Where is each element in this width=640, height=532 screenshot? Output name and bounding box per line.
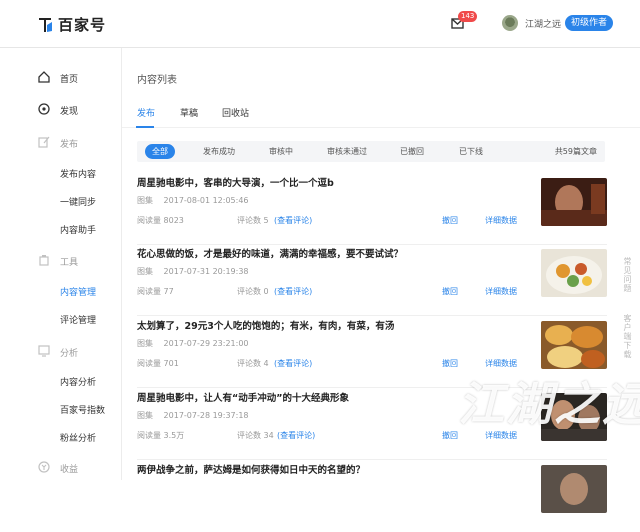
page-title: 内容列表 (137, 75, 177, 86)
article-type: 图集 (137, 411, 153, 420)
baijiahao-logo-icon (39, 17, 52, 32)
level-badge: 初级作者 (565, 15, 614, 31)
comment-count: 评论数 34 (237, 431, 274, 440)
article-thumbnail[interactable] (541, 178, 607, 226)
withdraw-button[interactable]: 撤回 (442, 286, 458, 297)
watermark: 江湖之远 (458, 377, 640, 431)
sidebar-item-sync[interactable]: 一键同步 (0, 191, 122, 211)
article-meta: 图集 2017-07-29 23:21:00 (137, 338, 257, 349)
faq-link[interactable]: 常见问题 (623, 257, 632, 293)
view-comments-link[interactable]: (查看评论) (274, 215, 312, 226)
sidebar: 首页 发现 发布 发布内容 一键同步 内容助手 工具 内容管理 评论管理 分析 … (0, 48, 122, 480)
client-download-link[interactable]: 客户端下载 (623, 314, 632, 359)
article-type: 图集 (137, 267, 153, 276)
read-count: 阅读量 77 (137, 287, 174, 296)
article-date: 2017-07-31 20:19:38 (163, 267, 249, 276)
tab-active-indicator (136, 126, 154, 128)
username[interactable]: 江湖之远 (525, 17, 561, 30)
comment-count: 评论数 5 (237, 216, 269, 225)
article-date: 2017-07-28 19:37:18 (163, 411, 249, 420)
status-filter-bar: 全部 发布成功 审核中 审核未通过 已撤回 已下线 共59篇文章 (137, 141, 605, 162)
article-thumbnail[interactable] (541, 249, 607, 297)
sidebar-item-publish-content[interactable]: 发布内容 (0, 163, 122, 183)
sidebar-item-content-assistant[interactable]: 内容助手 (0, 219, 122, 239)
logo-text: 百家号 (58, 16, 107, 34)
sidebar-item-bjh-index[interactable]: 百家号指数 (0, 399, 122, 419)
article-type: 图集 (137, 339, 153, 348)
article-meta: 图集 2017-08-01 12:05:46 (137, 195, 257, 206)
read-count: 阅读量 3.5万 (137, 431, 185, 440)
view-comments-link[interactable]: (查看评论) (274, 286, 312, 297)
filter-reviewing[interactable]: 审核中 (269, 146, 293, 157)
article-thumbnail[interactable] (541, 321, 607, 369)
view-comments-link[interactable]: (查看评论) (274, 358, 312, 369)
comment-count: 评论数 0 (237, 287, 269, 296)
article-title[interactable]: 花心思做的饭，才是最好的味道，满满的幸福感，要不要试试？ (137, 246, 403, 260)
tab-recycle-bin[interactable]: 回收站 (222, 106, 249, 119)
article-date: 2017-08-01 12:05:46 (163, 196, 249, 205)
logo[interactable]: 百家号 (38, 14, 106, 35)
view-comments-link[interactable]: (查看评论) (277, 430, 315, 441)
tab-published[interactable]: 发布 (137, 106, 155, 119)
tab-drafts[interactable]: 草稿 (180, 106, 198, 119)
sidebar-group-publish: 发布 (0, 133, 122, 153)
avatar[interactable] (502, 15, 518, 31)
read-count: 阅读量 701 (137, 359, 179, 368)
compass-icon (38, 103, 50, 115)
sidebar-group-revenue: 收益 (0, 458, 122, 478)
float-help-panel: 常见问题 客户端下载 (617, 257, 633, 377)
withdraw-button[interactable]: 撤回 (442, 430, 458, 441)
sidebar-item-fans-analysis[interactable]: 粉丝分析 (0, 427, 122, 447)
details-button[interactable]: 详细数据 (485, 286, 517, 297)
article-item: 两伊战争之前，萨达姆是如何获得如日中天的名望的？ (137, 462, 607, 532)
filter-withdrawn[interactable]: 已撤回 (400, 146, 424, 157)
top-bar: 百家号 143 江湖之远 初级作者 (0, 0, 640, 48)
article-title[interactable]: 太划算了，29元3个人吃的饱饱的；有米，有肉，有菜，有汤 (137, 318, 394, 332)
sidebar-item-discover[interactable]: 发现 (0, 100, 122, 120)
tabs-divider (122, 127, 640, 128)
notification-badge: 143 (458, 11, 478, 22)
revenue-icon (38, 461, 50, 473)
article-type: 图集 (137, 196, 153, 205)
article-title[interactable]: 周星驰电影中，客串的大导演，一个比一个逗b (137, 175, 334, 189)
article-count: 共59篇文章 (554, 147, 597, 156)
sidebar-group-tools: 工具 (0, 251, 122, 271)
comment-count: 评论数 4 (237, 359, 269, 368)
filter-published[interactable]: 发布成功 (203, 146, 235, 157)
read-count: 阅读量 8023 (137, 216, 184, 225)
sidebar-group-analysis: 分析 (0, 342, 122, 362)
sidebar-item-comment-management[interactable]: 评论管理 (0, 309, 122, 329)
home-icon (38, 71, 50, 83)
chart-icon (38, 345, 50, 357)
article-title[interactable]: 两伊战争之前，萨达姆是如何获得如日中天的名望的？ (137, 462, 365, 476)
sidebar-item-home[interactable]: 首页 (0, 68, 122, 88)
article-thumbnail[interactable] (541, 465, 607, 513)
article-meta: 图集 2017-07-31 20:19:38 (137, 266, 257, 277)
tool-icon (39, 255, 49, 266)
sidebar-item-content-management[interactable]: 内容管理 (0, 281, 122, 301)
withdraw-button[interactable]: 撤回 (442, 215, 458, 226)
edit-icon (38, 136, 50, 148)
filter-offline[interactable]: 已下线 (459, 146, 483, 157)
withdraw-button[interactable]: 撤回 (442, 358, 458, 369)
filter-all[interactable]: 全部 (145, 144, 175, 159)
details-button[interactable]: 详细数据 (485, 215, 517, 226)
sidebar-item-content-analysis[interactable]: 内容分析 (0, 371, 122, 391)
article-title[interactable]: 周星驰电影中，让人有“动手冲动”的十大经典形象 (137, 390, 349, 404)
article-date: 2017-07-29 23:21:00 (163, 339, 249, 348)
article-meta: 图集 2017-07-28 19:37:18 (137, 410, 257, 421)
article-item: 花心思做的饭，才是最好的味道，满满的幸福感，要不要试试？ 图集 2017-07-… (137, 246, 607, 316)
article-item: 周星驰电影中，客串的大导演，一个比一个逗b 图集 2017-08-01 12:0… (137, 175, 607, 245)
filter-rejected[interactable]: 审核未通过 (327, 146, 367, 157)
